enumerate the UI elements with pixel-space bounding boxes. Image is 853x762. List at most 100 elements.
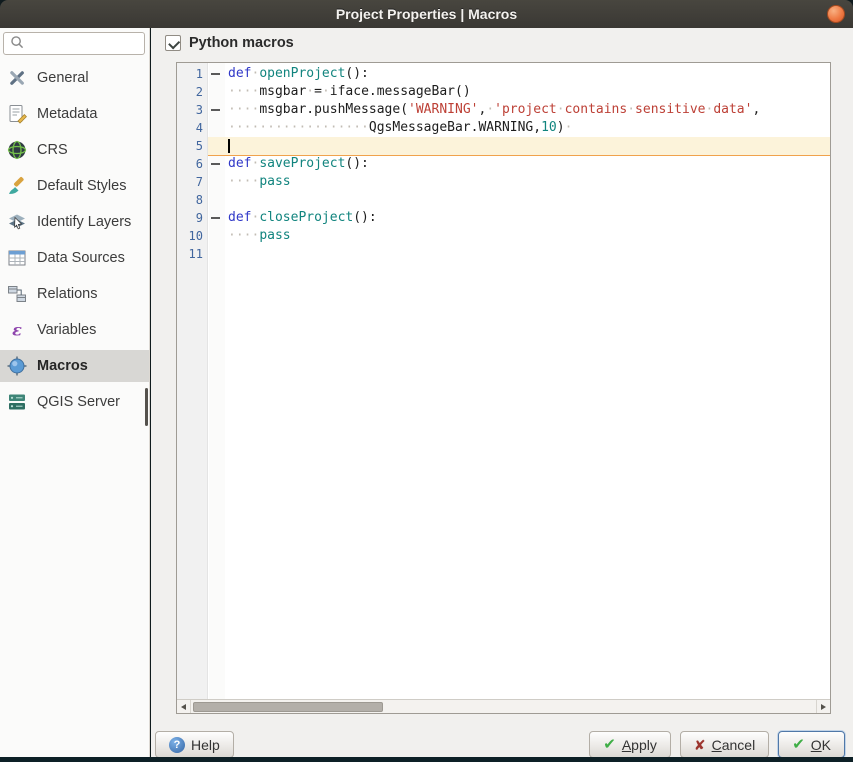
sidebar-item-label: Identify Layers <box>37 214 132 230</box>
python-macros-label: Python macros <box>189 35 294 51</box>
relations-icon <box>4 282 30 306</box>
apply-button[interactable]: ✔ Apply <box>589 731 671 758</box>
code-text[interactable]: ····pass <box>225 173 830 191</box>
fold-marker[interactable] <box>208 101 225 119</box>
line-number: 10 <box>188 229 203 243</box>
sidebar-item-label: Variables <box>37 322 97 338</box>
help-button[interactable]: ? Help <box>155 731 234 758</box>
sidebar-item-label: Metadata <box>37 106 98 122</box>
fold-marker <box>208 83 225 101</box>
fold-marker[interactable] <box>208 209 225 227</box>
sidebar-scrollbar-thumb[interactable] <box>145 388 148 426</box>
sidebar-item-relations[interactable]: Relations <box>0 278 149 310</box>
sidebar-item-metadata[interactable]: Metadata <box>0 98 149 130</box>
horizontal-scrollbar[interactable] <box>177 699 830 713</box>
code-text[interactable]: def·saveProject(): <box>225 155 830 173</box>
code-line-1[interactable]: 1 def·openProject(): <box>177 65 830 83</box>
data-sources-icon <box>4 246 30 270</box>
cancel-button[interactable]: ✘ Cancel <box>679 731 770 758</box>
fold-marker[interactable] <box>208 155 225 173</box>
code-line-4[interactable]: 4 ··················QgsMessageBar.WARNING… <box>177 119 830 137</box>
sidebar-item-label: Relations <box>37 286 98 302</box>
crs-icon <box>4 138 30 162</box>
code-lines[interactable]: 1 def·openProject(): 2 ····msgbar·=·iface.m… <box>177 63 830 699</box>
window-title: Project Properties | Macros <box>335 6 518 22</box>
sidebar-item-label: Macros <box>37 358 88 374</box>
code-text[interactable] <box>225 245 830 263</box>
sidebar-item-variables[interactable]: ε Variables <box>0 314 149 346</box>
python-macros-row: Python macros <box>165 35 294 51</box>
code-text[interactable] <box>225 191 830 209</box>
main-panel: Python macros 1 def·openProject(): 2 ····ms… <box>151 28 853 758</box>
code-text[interactable]: def·openProject(): <box>225 65 830 83</box>
code-line-3[interactable]: 3 ····msgbar.pushMessage('WARNING',·'proj… <box>177 101 830 119</box>
code-line-6[interactable]: 6 def·saveProject(): <box>177 155 830 173</box>
line-number: 8 <box>195 193 203 207</box>
line-number: 1 <box>195 67 203 81</box>
line-number: 9 <box>195 211 203 225</box>
scrollbar-thumb[interactable] <box>193 701 383 712</box>
line-number: 7 <box>195 175 203 189</box>
code-line-5[interactable]: 5 <box>177 137 830 155</box>
button-row-right: ✔ Apply ✘ Cancel ✔ OK <box>589 731 845 758</box>
sidebar-item-label: Default Styles <box>37 178 127 194</box>
sidebar-item-data-sources[interactable]: Data Sources <box>0 242 149 274</box>
close-button[interactable] <box>827 5 845 23</box>
code-text[interactable]: def·closeProject(): <box>225 209 830 227</box>
title-bar: Project Properties | Macros <box>0 0 853 28</box>
sidebar-item-default-styles[interactable]: Default Styles <box>0 170 149 202</box>
line-number: 2 <box>195 85 203 99</box>
sidebar-item-identify-layers[interactable]: Identify Layers <box>0 206 149 238</box>
line-number: 6 <box>195 157 203 171</box>
python-macros-checkbox[interactable] <box>165 35 181 51</box>
fold-marker <box>208 227 225 245</box>
sidebar-item-crs[interactable]: CRS <box>0 134 149 166</box>
fold-marker <box>208 191 225 209</box>
scroll-left-arrow[interactable] <box>177 700 191 713</box>
cancel-button-label: Cancel <box>711 736 756 753</box>
sidebar-item-qgis-server[interactable]: QGIS Server <box>0 386 149 418</box>
button-row-left: ? Help <box>155 731 234 758</box>
code-line-11[interactable]: 11 <box>177 245 830 263</box>
fold-marker <box>208 137 225 155</box>
sidebar-item-label: General <box>37 70 89 86</box>
search-box[interactable] <box>3 32 145 55</box>
code-text[interactable]: ··················QgsMessageBar.WARNING,… <box>225 119 830 137</box>
code-text[interactable]: ····msgbar.pushMessage('WARNING',·'proje… <box>225 101 830 119</box>
sidebar-item-label: Data Sources <box>37 250 125 266</box>
general-icon <box>4 66 30 90</box>
code-line-10[interactable]: 10 ····pass <box>177 227 830 245</box>
code-line-2[interactable]: 2 ····msgbar·=·iface.messageBar() <box>177 83 830 101</box>
ok-button[interactable]: ✔ OK <box>778 731 845 758</box>
default-styles-icon <box>4 174 30 198</box>
fold-marker[interactable] <box>208 65 225 83</box>
code-text[interactable] <box>225 137 830 155</box>
search-input[interactable] <box>26 36 144 51</box>
code-text[interactable]: ····pass <box>225 227 830 245</box>
text-caret <box>228 139 230 153</box>
code-text[interactable]: ····msgbar·=·iface.messageBar() <box>225 83 830 101</box>
check-icon: ✔ <box>792 735 805 753</box>
code-line-7[interactable]: 7 ····pass <box>177 173 830 191</box>
code-line-8[interactable]: 8 <box>177 191 830 209</box>
qgis-server-icon <box>4 390 30 414</box>
sidebar: General Metadata CRS Default Styles Iden… <box>0 28 150 757</box>
line-number: 5 <box>195 139 203 153</box>
line-number: 3 <box>195 103 203 117</box>
help-button-label: Help <box>191 736 220 753</box>
desktop-edge <box>0 757 853 762</box>
apply-button-label: Apply <box>621 736 657 753</box>
cross-icon: ✘ <box>693 736 706 753</box>
sidebar-item-macros[interactable]: Macros <box>0 350 149 382</box>
fold-marker <box>208 245 225 263</box>
identify-layers-icon <box>4 210 30 234</box>
scroll-right-arrow[interactable] <box>816 700 830 713</box>
sidebar-item-label: CRS <box>37 142 68 158</box>
search-icon <box>8 33 26 54</box>
code-line-9[interactable]: 9 def·closeProject(): <box>177 209 830 227</box>
sidebar-item-general[interactable]: General <box>0 62 149 94</box>
sidebar-item-label: QGIS Server <box>37 394 120 410</box>
help-icon: ? <box>169 736 185 753</box>
code-editor[interactable]: 1 def·openProject(): 2 ····msgbar·=·iface.m… <box>176 62 831 714</box>
fold-marker <box>208 119 225 137</box>
